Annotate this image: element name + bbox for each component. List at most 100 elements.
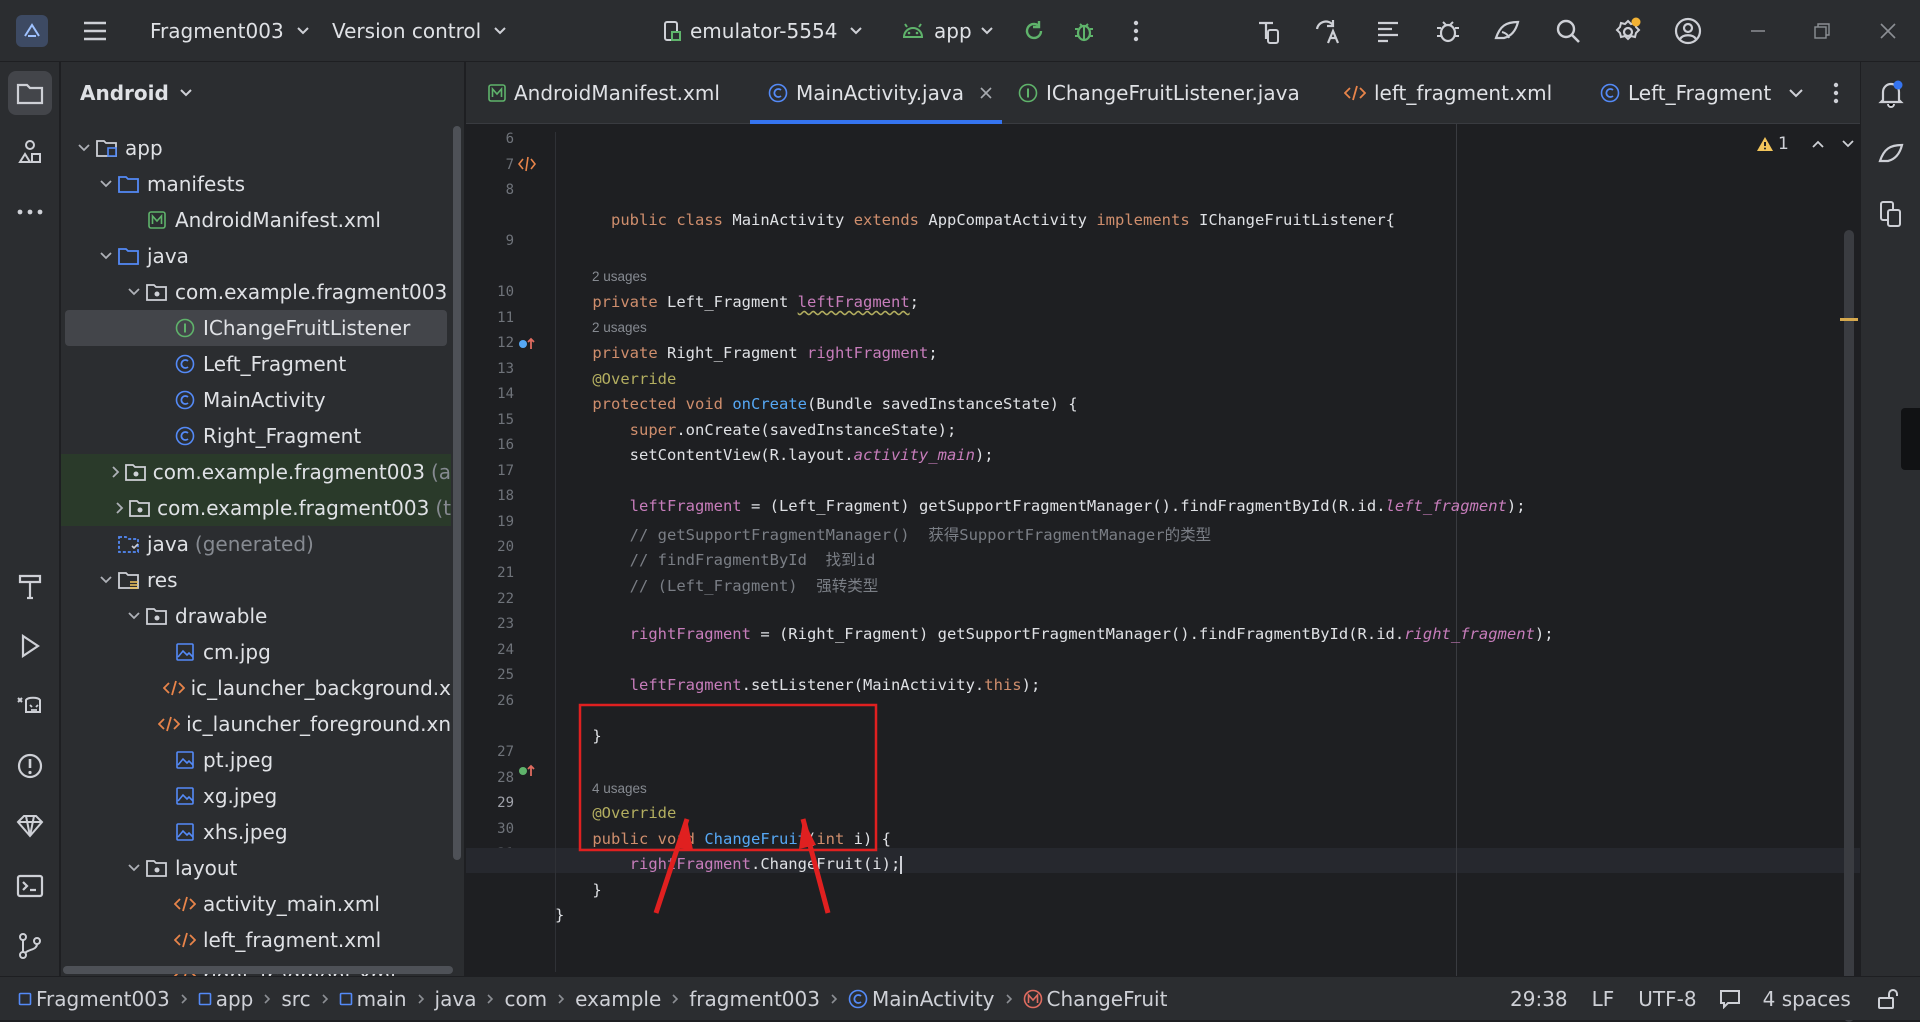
rerun-icon[interactable] bbox=[1020, 17, 1048, 45]
caret-position[interactable]: 29:38 bbox=[1510, 987, 1568, 1011]
xml-icon bbox=[173, 928, 197, 952]
breadcrumb-item[interactable]: fragment003 bbox=[689, 987, 820, 1011]
commit-list-icon[interactable] bbox=[1372, 15, 1404, 47]
side-panel-handle[interactable] bbox=[1901, 408, 1920, 470]
device-name: emulator-5554 bbox=[690, 18, 838, 43]
tree-scrollbar[interactable] bbox=[453, 126, 461, 860]
logcat-button[interactable] bbox=[8, 684, 52, 728]
resource-manager-button[interactable] bbox=[8, 130, 52, 174]
device-selector[interactable]: emulator-5554 bbox=[662, 0, 863, 62]
indent-settings[interactable]: 4 spaces bbox=[1763, 987, 1851, 1011]
build-variants-button[interactable] bbox=[8, 564, 52, 608]
chevron-down-icon[interactable] bbox=[95, 575, 117, 585]
chevron-right-icon[interactable] bbox=[108, 465, 125, 479]
annotation-overlay bbox=[578, 703, 878, 914]
debug-icon[interactable] bbox=[1070, 17, 1098, 45]
notifications-button[interactable] bbox=[1869, 72, 1913, 116]
tree-item[interactable]: res bbox=[61, 562, 451, 598]
project-selector[interactable]: Fragment003 bbox=[150, 0, 310, 62]
breadcrumb-item[interactable]: MainActivity bbox=[848, 987, 995, 1011]
tree-item[interactable]: java (generated) bbox=[61, 526, 451, 562]
app-inspection-icon[interactable] bbox=[1432, 15, 1464, 47]
minimize-window-icon[interactable] bbox=[1742, 15, 1774, 47]
chevron-down-icon[interactable] bbox=[95, 251, 117, 261]
main-menu-icon[interactable] bbox=[80, 17, 110, 45]
tree-item[interactable]: pt.jpeg bbox=[61, 742, 451, 778]
version-control-button[interactable] bbox=[8, 924, 52, 968]
tree-item[interactable]: com.example.fragment003 (t bbox=[61, 490, 451, 526]
tree-item[interactable]: xg.jpeg bbox=[61, 778, 451, 814]
tree-item-label: app bbox=[125, 136, 163, 160]
tree-item[interactable]: layout bbox=[61, 850, 451, 886]
project-view-selector[interactable]: Android bbox=[61, 62, 464, 124]
chat-bubble-icon[interactable] bbox=[1719, 989, 1741, 1009]
tree-item[interactable]: IChangeFruitListener bbox=[65, 310, 447, 346]
inspection-widget[interactable]: 1 bbox=[1756, 134, 1855, 154]
app-quality-button[interactable] bbox=[8, 804, 52, 848]
device-manager-tool-button[interactable] bbox=[1869, 192, 1913, 236]
chevron-down-icon[interactable] bbox=[123, 863, 145, 873]
line-separator[interactable]: LF bbox=[1592, 987, 1615, 1011]
chevron-down-icon[interactable] bbox=[123, 287, 145, 297]
next-problem-icon[interactable] bbox=[1841, 139, 1855, 149]
more-actions-icon[interactable] bbox=[1124, 17, 1148, 45]
run-tool-button[interactable] bbox=[8, 624, 52, 668]
tree-item[interactable]: manifests bbox=[61, 166, 451, 202]
tree-item[interactable]: activity_main.xml bbox=[61, 886, 451, 922]
breadcrumb-item[interactable]: ChangeFruit bbox=[1023, 987, 1167, 1011]
warning-stripe-mark[interactable] bbox=[1840, 318, 1858, 321]
tree-item[interactable]: left_fragment.xml bbox=[61, 922, 451, 958]
tree-item[interactable]: drawable bbox=[61, 598, 451, 634]
gemini-tool-button[interactable] bbox=[1869, 132, 1913, 176]
breadcrumb-item[interactable]: example bbox=[575, 987, 661, 1011]
tree-item[interactable]: com.example.fragment003 bbox=[61, 274, 451, 310]
more-tools-button[interactable] bbox=[8, 190, 52, 234]
tree-item[interactable]: cm.jpg bbox=[61, 634, 451, 670]
account-icon[interactable] bbox=[1672, 15, 1704, 47]
tree-item[interactable]: java bbox=[61, 238, 451, 274]
tree-item[interactable]: com.example.fragment003 (a bbox=[61, 454, 451, 490]
chevron-down-icon[interactable] bbox=[95, 179, 117, 189]
chevron-down-icon[interactable] bbox=[73, 143, 95, 153]
tree-item[interactable]: ic_launcher_background.x bbox=[61, 670, 451, 706]
tree-item-label: drawable bbox=[175, 604, 268, 628]
android-studio-logo-icon bbox=[16, 15, 48, 47]
tree-item[interactable]: Left_Fragment bbox=[61, 346, 451, 382]
breadcrumb-item[interactable]: app bbox=[198, 987, 253, 1011]
tree-item-label: com.example.fragment003 bbox=[175, 280, 448, 304]
run-config-selector[interactable]: app bbox=[902, 0, 994, 62]
horizontal-scrollbar[interactable] bbox=[63, 966, 453, 974]
tree-item[interactable]: AndroidManifest.xml bbox=[61, 202, 451, 238]
translate-icon[interactable] bbox=[1312, 15, 1344, 47]
file-encoding[interactable]: UTF-8 bbox=[1638, 987, 1696, 1011]
problems-button[interactable] bbox=[8, 744, 52, 788]
tree-item[interactable]: xhs.jpeg bbox=[61, 814, 451, 850]
breadcrumb-item[interactable]: Fragment003 bbox=[18, 987, 170, 1011]
terminal-button[interactable] bbox=[8, 864, 52, 908]
close-window-icon[interactable] bbox=[1872, 15, 1904, 47]
breadcrumb-item[interactable]: java bbox=[435, 987, 477, 1011]
previous-problem-icon[interactable] bbox=[1811, 139, 1825, 149]
breadcrumb-item[interactable]: src bbox=[281, 987, 310, 1011]
project-tool-button[interactable] bbox=[8, 71, 52, 115]
logcat-icon bbox=[16, 694, 44, 718]
tree-item[interactable]: app bbox=[61, 130, 451, 166]
tree-item[interactable]: Right_Fragment bbox=[61, 418, 451, 454]
breadcrumb-item[interactable]: main bbox=[339, 987, 407, 1011]
tree-item[interactable]: ic_launcher_foreground.xn bbox=[61, 706, 451, 742]
tree-item-label: left_fragment.xml bbox=[203, 928, 382, 952]
gemini-icon[interactable] bbox=[1492, 15, 1524, 47]
editor-scrollbar[interactable] bbox=[1844, 230, 1854, 1022]
tree-item[interactable]: MainActivity bbox=[61, 382, 451, 418]
generated-folder-icon bbox=[117, 532, 141, 556]
chevron-down-icon[interactable] bbox=[123, 611, 145, 621]
settings-gear-icon[interactable] bbox=[1612, 15, 1644, 47]
chevron-right-icon bbox=[1005, 989, 1013, 1010]
search-icon[interactable] bbox=[1552, 15, 1584, 47]
unlock-icon[interactable] bbox=[1877, 988, 1899, 1010]
vcs-selector[interactable]: Version control bbox=[332, 0, 507, 62]
breadcrumb-item[interactable]: com bbox=[504, 987, 547, 1011]
restore-window-icon[interactable] bbox=[1806, 15, 1838, 47]
device-manager-icon[interactable] bbox=[1252, 15, 1284, 47]
chevron-right-icon[interactable] bbox=[111, 501, 129, 515]
